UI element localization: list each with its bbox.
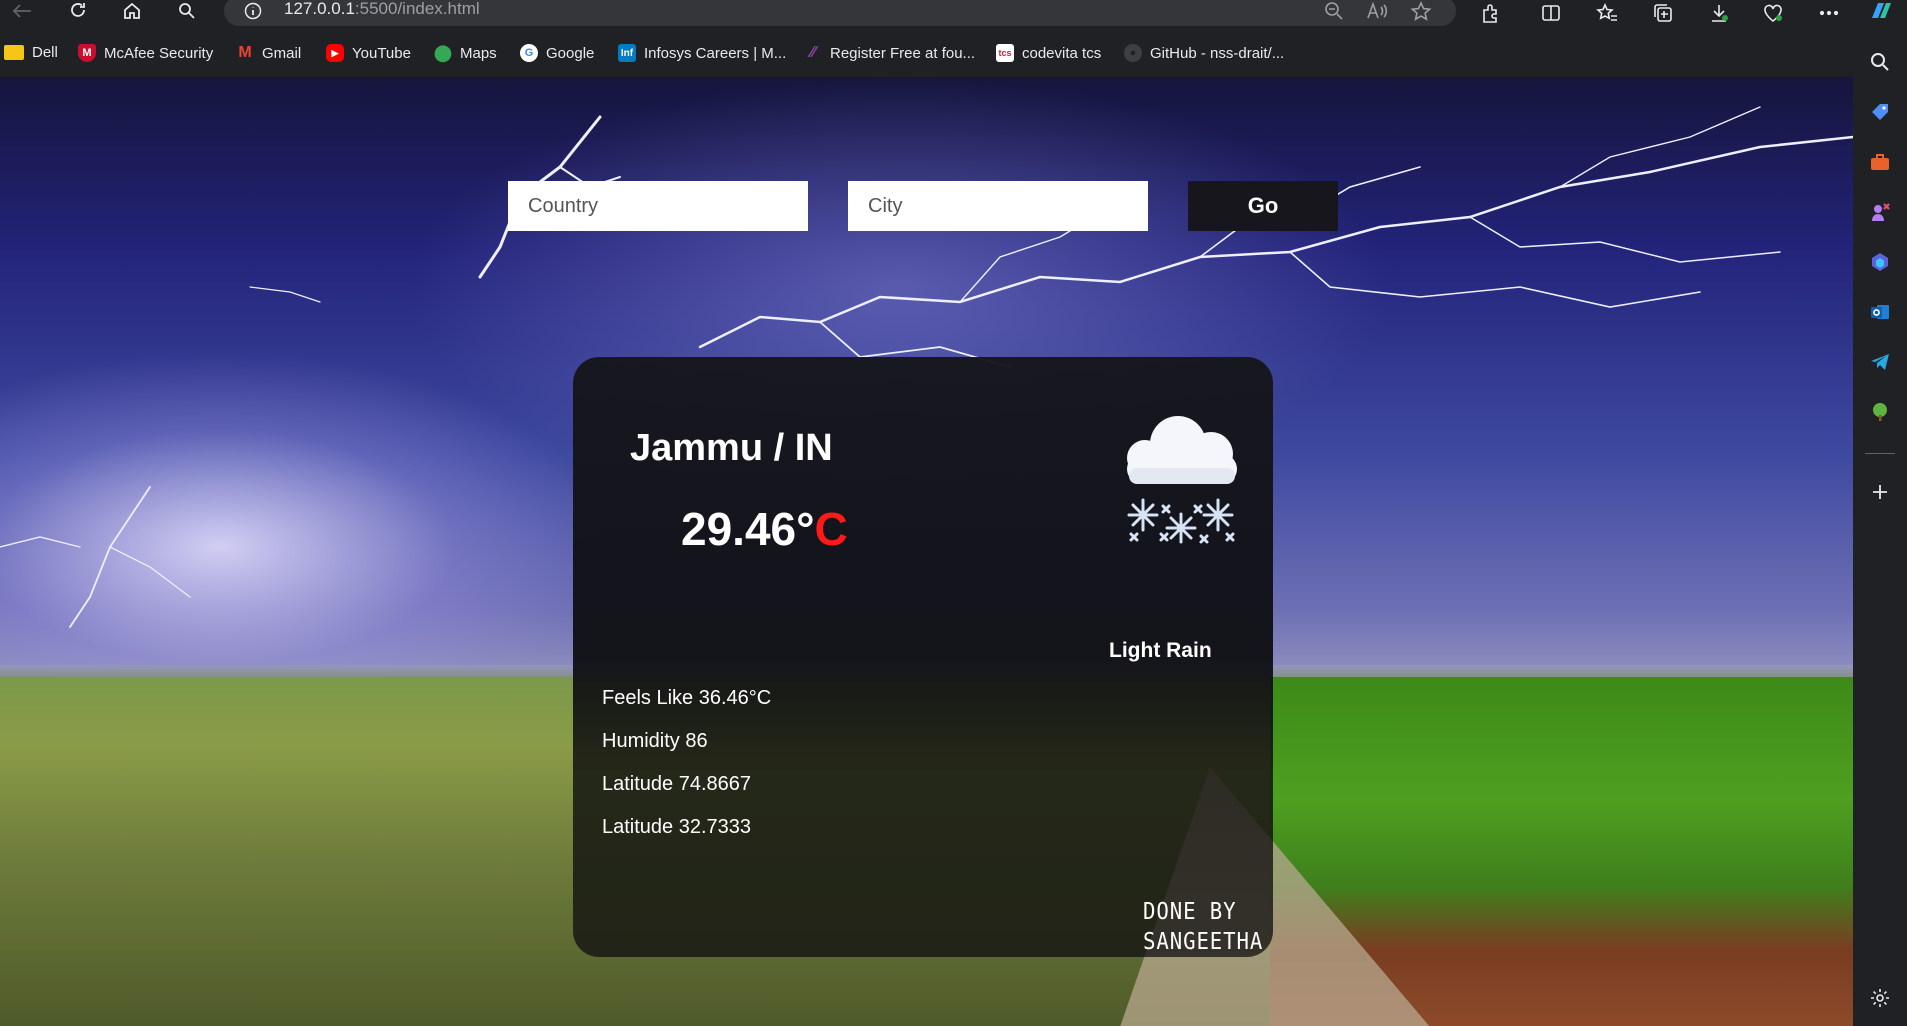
bookmark-label: Register Free at fou... bbox=[830, 44, 976, 62]
bookmark-label: Infosys Careers | M... bbox=[644, 44, 787, 62]
sidebar-search-icon[interactable] bbox=[1868, 50, 1892, 74]
maps-icon: ⬤ bbox=[434, 45, 452, 62]
tree-icon[interactable] bbox=[1868, 400, 1892, 424]
temperature-value: 29.46° bbox=[681, 503, 815, 555]
home-button[interactable] bbox=[118, 0, 146, 22]
shopping-tag-icon[interactable] bbox=[1868, 100, 1892, 124]
bookmark-label: Google bbox=[546, 44, 595, 62]
snow-cloud-icon bbox=[1127, 416, 1237, 544]
youtube-icon: ▶ bbox=[326, 44, 344, 62]
github-icon: ● bbox=[1124, 44, 1142, 62]
favorite-star-icon[interactable] bbox=[1410, 1, 1432, 26]
outlook-icon[interactable] bbox=[1868, 300, 1892, 324]
reload-icon bbox=[71, 3, 85, 17]
go-button[interactable]: Go bbox=[1188, 181, 1338, 231]
bookmark-infosys[interactable]: Inf Infosys Careers | M... bbox=[618, 44, 786, 62]
microsoft-365-icon[interactable] bbox=[1868, 250, 1892, 274]
zoom-out-icon[interactable] bbox=[1324, 1, 1344, 26]
browser-toolbar: 127.0.0.1:5500/index.html bbox=[0, 0, 1907, 27]
gmail-icon: M bbox=[238, 44, 252, 61]
tcs-icon: tcs bbox=[996, 44, 1014, 62]
favorites-icon[interactable] bbox=[1596, 2, 1618, 29]
humidity-text: Humidity 86 bbox=[602, 730, 708, 752]
extensions-icon[interactable] bbox=[1480, 2, 1502, 29]
google-icon: G bbox=[520, 44, 538, 62]
bookmark-label: Dell bbox=[32, 44, 58, 61]
sidebar-divider bbox=[1865, 453, 1895, 454]
weather-description: Light Rain bbox=[1109, 639, 1212, 662]
url-host: 127.0.0.1 bbox=[284, 0, 355, 18]
location-title: Jammu / IN bbox=[630, 427, 833, 469]
credit-text: DONE BY SANGEETHA bbox=[1143, 897, 1263, 957]
country-input[interactable] bbox=[508, 181, 808, 231]
address-bar[interactable]: 127.0.0.1:5500/index.html bbox=[224, 0, 1456, 26]
browser-essentials-icon[interactable] bbox=[1762, 2, 1784, 29]
bookmark-label: codevita tcs bbox=[1022, 44, 1102, 62]
bookmark-dell[interactable]: Dell bbox=[4, 44, 58, 61]
credit-line-1: DONE BY bbox=[1143, 899, 1237, 925]
back-arrow-icon bbox=[12, 4, 31, 18]
more-menu-icon[interactable] bbox=[1818, 2, 1840, 29]
temperature-unit: C bbox=[814, 503, 848, 555]
sidebar-settings-gear-icon[interactable] bbox=[1868, 986, 1892, 1010]
bookmark-github[interactable]: ● GitHub - nss-drait/... bbox=[1124, 44, 1284, 62]
reload-button[interactable] bbox=[64, 0, 92, 22]
feels-like-text: Feels Like 36.46°C bbox=[602, 687, 772, 709]
bookmark-label: McAfee Security bbox=[104, 44, 214, 62]
read-aloud-icon[interactable] bbox=[1366, 1, 1388, 26]
search-icon bbox=[179, 3, 195, 19]
back-button[interactable] bbox=[8, 0, 36, 22]
split-screen-icon[interactable] bbox=[1540, 2, 1562, 29]
bookmarks-bar: Dell M McAfee Security M Gmail ▶ YouTube… bbox=[0, 38, 1907, 70]
tools-briefcase-icon[interactable] bbox=[1868, 150, 1892, 174]
bookmark-maps[interactable]: ⬤ Maps bbox=[434, 44, 497, 63]
infosys-icon: Inf bbox=[618, 44, 636, 62]
browser-sidebar bbox=[1853, 38, 1907, 1026]
bookmark-google[interactable]: G Google bbox=[520, 44, 594, 62]
bookmark-register[interactable]: ⁄⁄ Register Free at fou... bbox=[804, 44, 975, 62]
add-sidebar-app-icon[interactable] bbox=[1868, 480, 1892, 504]
page-viewport: Go Jammu / IN 29.46°C bbox=[0, 77, 1853, 1026]
bookmark-label: GitHub - nss-drait/... bbox=[1150, 44, 1285, 62]
url-path: :5500/index.html bbox=[354, 0, 480, 18]
latitude-text-2: Latitude 32.7333 bbox=[602, 816, 752, 838]
city-input[interactable] bbox=[848, 181, 1148, 231]
downloads-icon[interactable] bbox=[1708, 2, 1730, 29]
folder-icon bbox=[4, 45, 24, 60]
bookmark-codevita[interactable]: tcs codevita tcs bbox=[996, 44, 1101, 62]
temperature-display: 29.46°C bbox=[681, 502, 848, 556]
mcafee-icon: M bbox=[78, 44, 96, 62]
register-icon: ⁄⁄ bbox=[810, 44, 816, 61]
bookmark-label: YouTube bbox=[352, 44, 411, 62]
games-icon[interactable] bbox=[1868, 200, 1892, 224]
weather-card: Jammu / IN 29.46°C Light Rain Feels Like… bbox=[573, 357, 1273, 957]
latitude-text-1: Latitude 74.8667 bbox=[602, 773, 752, 795]
bookmark-label: Gmail bbox=[262, 44, 302, 62]
bookmark-gmail[interactable]: M Gmail bbox=[236, 44, 301, 62]
bookmark-mcafee[interactable]: M McAfee Security bbox=[78, 44, 213, 62]
search-button[interactable] bbox=[173, 0, 201, 22]
url-text[interactable]: 127.0.0.1:5500/index.html bbox=[284, 0, 480, 19]
bookmark-label: Maps bbox=[460, 44, 497, 62]
collections-icon[interactable] bbox=[1652, 2, 1674, 29]
telegram-icon[interactable] bbox=[1868, 350, 1892, 374]
copilot-icon[interactable] bbox=[1868, 0, 1894, 27]
home-icon bbox=[124, 2, 140, 19]
site-info-icon[interactable] bbox=[244, 2, 262, 25]
bookmark-youtube[interactable]: ▶ YouTube bbox=[326, 44, 411, 62]
credit-line-2: SANGEETHA bbox=[1143, 929, 1264, 955]
